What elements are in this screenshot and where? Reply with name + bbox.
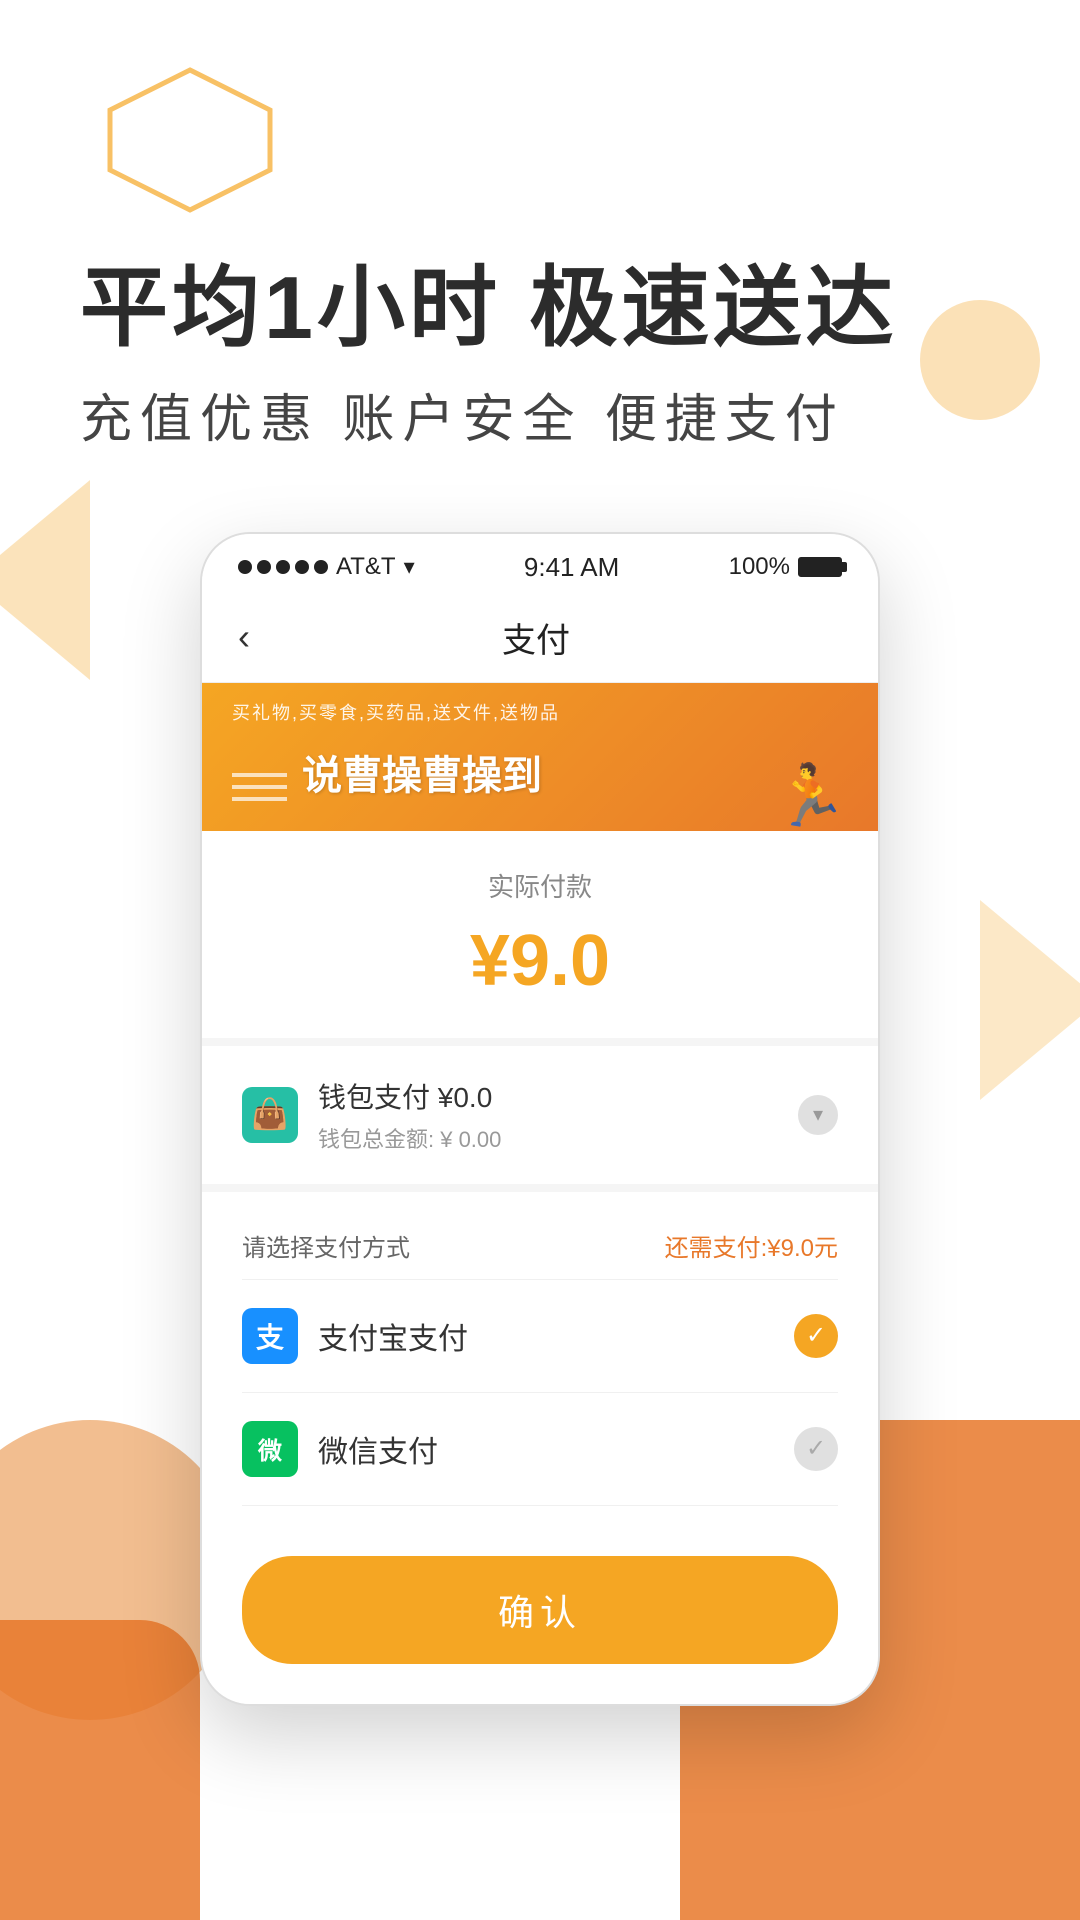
promo-banner: 买礼物,买零食,买药品,送文件,送物品 说曹操曹操到 🏃 [202, 683, 878, 831]
page-title: 支付 [270, 613, 802, 662]
alipay-selected-icon: ✓ [794, 1314, 838, 1358]
alipay-icon: 支 [242, 1308, 298, 1364]
signal-dot-5 [314, 560, 328, 574]
nav-bar: ‹ 支付 [202, 593, 878, 683]
status-right: 100% [729, 553, 842, 581]
time-display: 9:41 AM [524, 552, 619, 583]
wallet-name: 钱包支付 ¥0.0 [318, 1076, 798, 1116]
hero-subtitle: 充值优惠 账户安全 便捷支付 [80, 377, 1080, 452]
wechat-method-row[interactable]: 微 微信支付 ✓ [242, 1393, 838, 1506]
method-remaining-amount: 还需支付:¥9.0元 [665, 1228, 838, 1263]
hero-title: 平均1小时 极速送达 [80, 260, 1080, 357]
method-header-label: 请选择支付方式 [242, 1228, 410, 1263]
back-button[interactable]: ‹ [238, 616, 250, 658]
banner-text: 说曹操曹操到 [302, 743, 542, 801]
status-bar: AT&T ▾ 9:41 AM 100% [202, 534, 878, 593]
confirm-button[interactable]: 确认 [242, 1556, 838, 1664]
running-figure-icon: 🏃 [773, 760, 848, 831]
signal-dot-3 [276, 560, 290, 574]
wallet-section[interactable]: 👜 钱包支付 ¥0.0 钱包总金额: ¥ 0.00 ▾ [202, 1046, 878, 1192]
wallet-icon: 👜 [242, 1087, 298, 1143]
payment-method-section: 请选择支付方式 还需支付:¥9.0元 支 支付宝支付 ✓ 微 微信支付 ✓ [202, 1192, 878, 1526]
signal-dot-2 [257, 560, 271, 574]
banner-lines-icon [232, 767, 292, 807]
wallet-balance: 钱包总金额: ¥ 0.00 [318, 1122, 798, 1154]
wechat-icon: 微 [242, 1421, 298, 1477]
wallet-expand-icon[interactable]: ▾ [798, 1095, 838, 1135]
payment-section: 实际付款 ¥9.0 [202, 831, 878, 1046]
phone-mockup: AT&T ▾ 9:41 AM 100% ‹ 支付 买礼物,买零食,买药品,送文件… [200, 532, 880, 1706]
signal-dot-1 [238, 560, 252, 574]
status-left: AT&T ▾ [238, 553, 415, 581]
payment-label: 实际付款 [242, 867, 838, 904]
wechat-label: 微信支付 [318, 1427, 794, 1471]
alipay-method-row[interactable]: 支 支付宝支付 ✓ [242, 1280, 838, 1393]
carrier-label: AT&T [336, 553, 396, 581]
wifi-icon: ▾ [404, 554, 415, 580]
confirm-button-wrapper: 确认 [202, 1526, 878, 1704]
payment-amount: ¥9.0 [242, 920, 838, 1002]
method-header: 请选择支付方式 还需支付:¥9.0元 [242, 1212, 838, 1280]
banner-main-text: 说曹操曹操到 [232, 737, 542, 807]
banner-small-text: 买礼物,买零食,买药品,送文件,送物品 [232, 699, 560, 725]
decorative-arrow-right [980, 900, 1080, 1100]
signal-dots [238, 560, 328, 574]
battery-icon [798, 557, 842, 577]
wallet-info: 钱包支付 ¥0.0 钱包总金额: ¥ 0.00 [318, 1076, 798, 1154]
decorative-arrow-left [0, 480, 90, 680]
wechat-unselected-icon: ✓ [794, 1427, 838, 1471]
alipay-label: 支付宝支付 [318, 1314, 794, 1358]
battery-percent: 100% [729, 553, 790, 581]
hero-section: 平均1小时 极速送达 充值优惠 账户安全 便捷支付 [0, 0, 1080, 452]
signal-dot-4 [295, 560, 309, 574]
